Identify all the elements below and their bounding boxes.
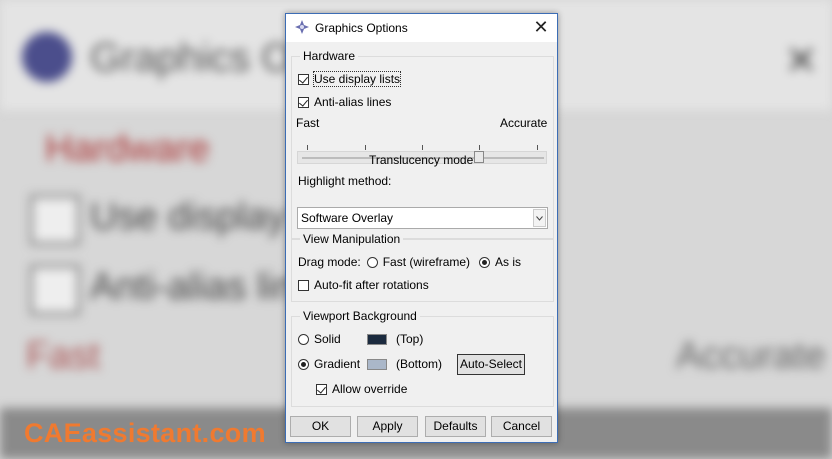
slider-fast-label: Fast [296,116,320,130]
highlight-method-value: Software Overlay [301,211,394,225]
anti-alias-lines-checkbox[interactable]: Anti-alias lines [298,95,391,109]
slider-tick [365,145,366,150]
auto-fit-checkbox[interactable]: Auto-fit after rotations [298,278,429,292]
drag-mode-fast-label: Fast (wireframe) [382,255,471,269]
slider-tick [479,145,480,150]
background-close-icon: ✕ [784,39,818,83]
translucency-mode-label: Translucency mode [369,153,474,167]
gradient-row: Gradient (Bottom) [298,357,442,371]
solid-row: Solid (Top) [298,332,423,346]
top-label: (Top) [396,332,424,346]
dialog-title: Graphics Options [315,21,408,35]
allow-override-checkbox[interactable]: Allow override [316,382,407,396]
graphics-options-dialog: Graphics Options ✕ Hardware Use display … [285,13,558,443]
view-manipulation-legend: View Manipulation [300,232,404,246]
background-title: Graphics Op [90,36,315,80]
drag-mode-label: Drag mode: [298,255,361,269]
background-section-label: Hardware [45,128,210,170]
drag-mode-fast-radio[interactable] [366,256,378,268]
drag-mode-row: Drag mode: Fast (wireframe) As is [298,255,521,269]
background-fast-label: Fast [26,335,100,377]
cancel-button[interactable]: Cancel [491,416,552,437]
chevron-down-icon[interactable] [533,209,546,227]
highlight-method-select[interactable]: Software Overlay [297,207,548,229]
background-app-logo [22,32,72,82]
background-accurate-label: Accurate [676,335,826,377]
viewport-background-legend: Viewport Background [300,309,420,323]
drag-mode-asis-radio[interactable] [479,256,491,268]
slider-thumb[interactable] [473,151,484,163]
bottom-label: (Bottom) [396,357,443,371]
checkbox-box[interactable] [316,383,327,395]
checkbox-box[interactable] [298,73,309,85]
slider-tick [307,145,308,150]
ok-button[interactable]: OK [290,416,351,437]
view-manipulation-group: View Manipulation [291,232,554,302]
close-icon[interactable]: ✕ [531,17,551,37]
background-checkbox [30,265,80,315]
top-color-swatch[interactable] [367,333,387,345]
gradient-radio[interactable] [298,358,309,370]
use-display-lists-label: Use display lists [312,71,402,87]
checkbox-box[interactable] [298,279,309,291]
solid-label: Solid [314,332,341,346]
watermark: CAEassistant.com [24,418,266,448]
allow-override-label: Allow override [332,382,408,396]
slider-tick [537,145,538,150]
auto-fit-label: Auto-fit after rotations [314,278,429,292]
background-item-1: Use display [90,196,287,238]
background-item-2: Anti-alias lin [90,266,295,308]
use-display-lists-checkbox[interactable]: Use display lists [298,71,402,87]
checkbox-box[interactable] [298,96,309,108]
anti-alias-lines-label: Anti-alias lines [314,95,392,109]
defaults-button[interactable]: Defaults [425,416,486,437]
bottom-color-swatch[interactable] [367,358,387,370]
app-icon [295,20,309,34]
apply-button[interactable]: Apply [357,416,418,437]
drag-mode-asis-label: As is [495,255,522,269]
highlight-method-label: Highlight method: [298,174,392,188]
solid-radio[interactable] [298,333,309,345]
dialog-titlebar[interactable]: Graphics Options ✕ [286,14,557,42]
auto-select-button[interactable]: Auto-Select [457,354,525,375]
background-checkbox [30,195,80,245]
hardware-legend: Hardware [300,49,359,63]
slider-tick [422,145,423,150]
slider-accurate-label: Accurate [500,116,548,130]
gradient-label: Gradient [314,357,361,371]
